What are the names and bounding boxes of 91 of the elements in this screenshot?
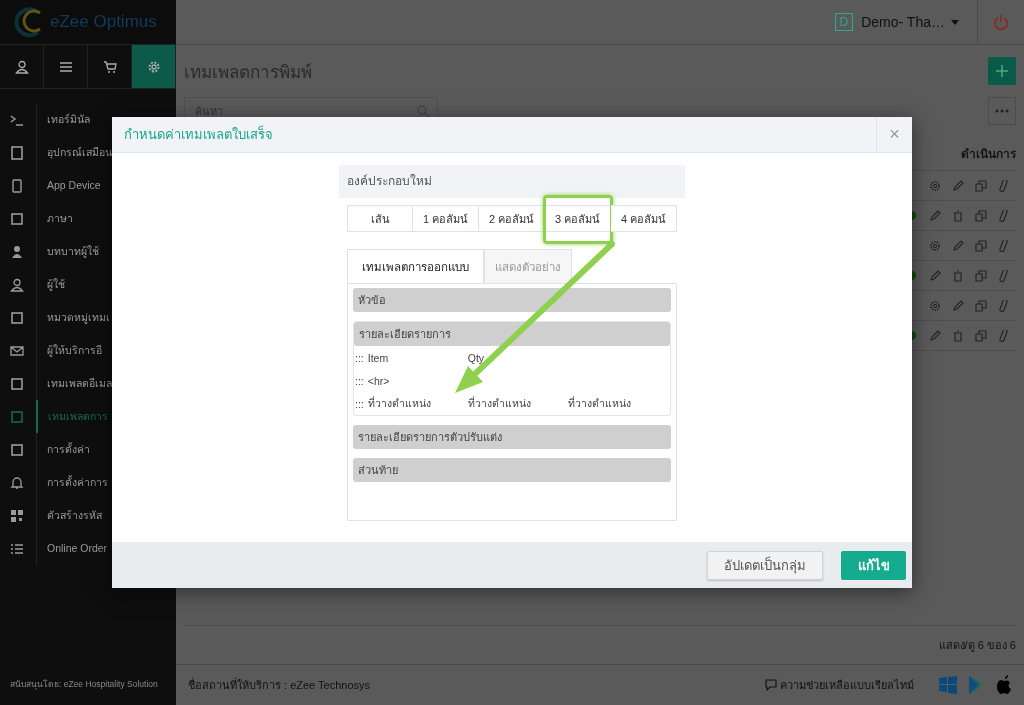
brand-name: eZee Optimus — [50, 12, 157, 32]
trash-icon[interactable] — [952, 209, 964, 222]
apple-icon[interactable] — [996, 675, 1012, 695]
column-token: <hr> — [367, 374, 390, 387]
block-header[interactable]: รายละเอียดรายการตัวปรับแต่ง — [353, 425, 671, 449]
column-token: ที่วางตำแหน่ง — [567, 397, 631, 409]
menu-icon — [10, 541, 24, 556]
dialog-title: กำหนดค่าเทมเพลตใบเสร็จ — [123, 124, 274, 144]
settings-tab[interactable] — [132, 45, 176, 88]
copy-icon[interactable] — [975, 329, 987, 342]
block-header[interactable]: หัวข้อ — [353, 288, 671, 312]
menu-icon — [10, 508, 24, 523]
pencil-icon[interactable] — [929, 269, 941, 282]
gear-icon[interactable] — [929, 179, 941, 192]
gear-icon[interactable] — [929, 299, 941, 312]
caret-icon — [951, 19, 959, 25]
plus-icon — [995, 64, 1009, 78]
column-option[interactable]: 3 คอลัมน์ — [545, 205, 611, 232]
settings-icon — [146, 59, 161, 74]
menu-icon — [10, 178, 24, 193]
menu-icon — [58, 59, 73, 74]
pencil-icon[interactable] — [929, 329, 941, 342]
menu-icon — [10, 343, 24, 358]
link-icon[interactable] — [998, 239, 1010, 252]
menu-icon — [10, 244, 24, 259]
menu-item[interactable]: ภาษา — [0, 202, 176, 235]
pencil-icon[interactable] — [952, 239, 964, 252]
menu-icon — [10, 277, 24, 292]
column-token: ที่วางตำแหน่ง — [467, 397, 531, 409]
column-option[interactable]: 1 คอลัมน์ — [413, 205, 479, 232]
column-option[interactable]: เส้น — [347, 205, 413, 232]
section-header: องค์ประกอบใหม่ — [339, 165, 685, 198]
bulk-update-button[interactable]: อัปเดตเป็นกลุ่ม — [707, 550, 823, 580]
tab[interactable]: เทมเพลตการออกแบบ — [347, 249, 484, 284]
column-header: ดำเนินการ — [961, 146, 1016, 163]
menu-item[interactable]: App Device — [0, 169, 176, 202]
menu-item[interactable]: บทบาทผู้ใช้ — [0, 235, 176, 268]
drag-handle[interactable]: ::: — [355, 351, 364, 364]
menu-icon — [10, 409, 24, 424]
gear-icon[interactable] — [929, 239, 941, 252]
drag-handle[interactable]: ::: — [355, 374, 364, 387]
menu-icon — [10, 211, 24, 226]
copy-icon[interactable] — [975, 179, 987, 192]
column-option[interactable]: 2 คอลัมน์ — [479, 205, 545, 232]
power-icon[interactable] — [993, 14, 1009, 30]
copy-icon[interactable] — [975, 269, 987, 282]
menu-item[interactable]: หมวดหมู่เทมเ — [0, 301, 176, 334]
column-token: Item — [367, 351, 389, 364]
copy-icon[interactable] — [975, 209, 987, 222]
search-icon — [417, 105, 429, 117]
copy-icon[interactable] — [975, 239, 987, 252]
pencil-icon[interactable] — [952, 179, 964, 192]
copy-icon[interactable] — [975, 299, 987, 312]
menu-icon — [10, 145, 24, 160]
pencil-icon[interactable] — [952, 299, 964, 312]
chat-icon — [765, 679, 777, 691]
link-icon[interactable] — [998, 179, 1010, 192]
menu-item[interactable]: ตัวสร้างรหัส — [0, 499, 176, 532]
menu-icon — [10, 310, 24, 325]
link-icon[interactable] — [998, 329, 1010, 342]
pagination-text: แสดง/ดู 6 ของ 6 — [938, 638, 1016, 654]
provider-text: ชื่อสถานที่ให้บริการ : eZee Technosys — [188, 676, 371, 693]
cart-icon — [102, 59, 117, 74]
more-button[interactable] — [988, 97, 1016, 125]
play-store-icon[interactable] — [968, 675, 986, 695]
drag-handle[interactable]: ::: — [355, 397, 364, 410]
menu-item[interactable]: การตั้งค่าการ — [0, 466, 176, 499]
more-icon — [995, 109, 1009, 113]
menu-item[interactable]: การตั้งค่า — [0, 433, 176, 466]
column-option[interactable]: 4 คอลัมน์ — [611, 205, 677, 232]
column-token: ที่วางตำแหน่ง — [367, 397, 431, 409]
menu-icon — [10, 442, 24, 457]
link-icon[interactable] — [998, 209, 1010, 222]
menu-item[interactable]: ผู้ใช้ — [0, 268, 176, 301]
trash-icon[interactable] — [952, 329, 964, 342]
block-header[interactable]: ส่วนท้าย — [353, 458, 671, 482]
trash-icon[interactable] — [952, 269, 964, 282]
column-token: Qty — [467, 351, 485, 364]
link-icon[interactable] — [998, 299, 1010, 312]
link-icon[interactable] — [998, 269, 1010, 282]
menu-icon — [10, 376, 24, 391]
block-header[interactable]: รายละเอียดรายการ — [354, 322, 670, 346]
pencil-icon[interactable] — [929, 209, 941, 222]
user-icon — [14, 59, 29, 74]
property-badge: D — [834, 13, 854, 31]
menu-item[interactable]: ผู้ให้บริการอี — [0, 334, 176, 367]
menu-item[interactable]: Online Order — [0, 532, 176, 565]
add-button[interactable] — [988, 57, 1016, 85]
windows-icon[interactable] — [938, 675, 958, 695]
menu-icon — [10, 475, 24, 490]
sponsor-text: สนับสนุนโดย: eZee Hospitality Solution — [9, 678, 159, 691]
